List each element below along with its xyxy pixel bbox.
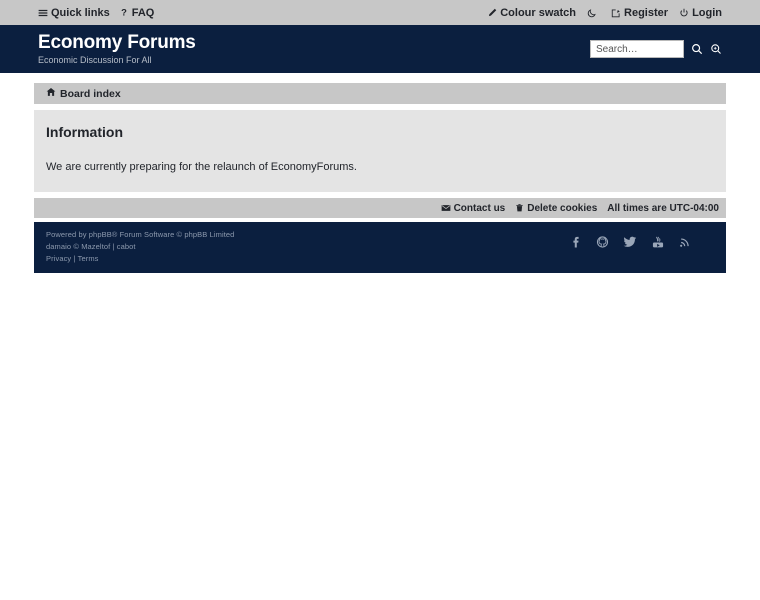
envelope-icon	[441, 203, 451, 213]
dark-mode-toggle[interactable]	[587, 8, 600, 18]
quick-links-label: Quick links	[51, 6, 110, 19]
power-icon	[679, 8, 689, 18]
top-navigation-bar: Quick links ? FAQ Colour swatch Register…	[0, 0, 760, 25]
breadcrumb: Board index	[34, 83, 726, 104]
pencil-icon	[487, 8, 497, 18]
faq-label: FAQ	[131, 6, 155, 19]
top-nav-right-group: Colour swatch Register Login	[476, 7, 722, 19]
youtube-icon[interactable]	[651, 235, 665, 249]
style-credit: damaio © Mazeltof | cabot	[46, 242, 136, 251]
search-area	[590, 40, 722, 58]
search-input[interactable]	[590, 40, 684, 58]
register-button[interactable]: Register	[611, 7, 668, 19]
contact-us-button[interactable]: Contact us	[441, 202, 506, 214]
delete-cookies-label: Delete cookies	[527, 202, 598, 214]
colour-swatch-button[interactable]: Colour swatch	[487, 7, 576, 19]
contact-us-label: Contact us	[453, 202, 506, 214]
site-footer: Powered by phpBB® Forum Software © phpBB…	[34, 222, 726, 273]
quick-links-button[interactable]: Quick links	[38, 7, 110, 19]
site-branding[interactable]: Economy Forums Economic Discussion For A…	[38, 31, 196, 66]
register-icon	[611, 8, 621, 18]
action-bar: Contact us Delete cookies All times are …	[34, 198, 726, 218]
site-description: Economic Discussion For All	[38, 54, 152, 65]
hamburger-icon	[38, 8, 48, 18]
terms-link[interactable]: Terms	[78, 254, 99, 263]
legal-separator: |	[73, 254, 76, 263]
advanced-search-icon[interactable]	[710, 43, 722, 55]
panel-title: Information	[46, 124, 123, 140]
panel-message: We are currently preparing for the relau…	[46, 161, 357, 173]
home-icon	[46, 87, 56, 100]
github-icon[interactable]	[596, 235, 609, 249]
legal-links: Privacy | Terms	[46, 254, 234, 264]
breadcrumb-item-board-index[interactable]: Board index	[46, 87, 121, 100]
breadcrumb-label: Board index	[60, 87, 121, 100]
moon-icon	[587, 8, 597, 18]
question-icon: ?	[121, 7, 129, 18]
privacy-link[interactable]: Privacy	[46, 254, 71, 263]
trash-icon	[515, 203, 524, 213]
colour-swatch-label: Colour swatch	[500, 6, 577, 19]
login-button[interactable]: Login	[679, 7, 722, 19]
login-label: Login	[692, 6, 722, 19]
register-label: Register	[624, 6, 669, 19]
delete-cookies-button[interactable]: Delete cookies	[515, 203, 597, 214]
timezone-label: All times are UTC-04:00	[607, 202, 719, 214]
search-icon[interactable]	[691, 43, 703, 55]
svg-text:?: ?	[121, 7, 127, 18]
twitter-icon[interactable]	[623, 235, 637, 249]
top-nav-left-group: Quick links ? FAQ	[38, 7, 165, 19]
footer-credits: Powered by phpBB® Forum Software © phpBB…	[46, 230, 234, 264]
facebook-icon[interactable]	[569, 235, 582, 249]
faq-button[interactable]: ? FAQ	[121, 7, 155, 19]
rss-icon[interactable]	[679, 235, 692, 249]
phpbb-credit: Powered by phpBB® Forum Software © phpBB…	[46, 230, 235, 239]
site-title: Economy Forums	[38, 31, 196, 53]
social-links	[569, 230, 714, 249]
page-container: Board index Information We are currently…	[34, 73, 726, 273]
information-panel: Information We are currently preparing f…	[34, 110, 726, 192]
site-header: Economy Forums Economic Discussion For A…	[0, 25, 760, 73]
